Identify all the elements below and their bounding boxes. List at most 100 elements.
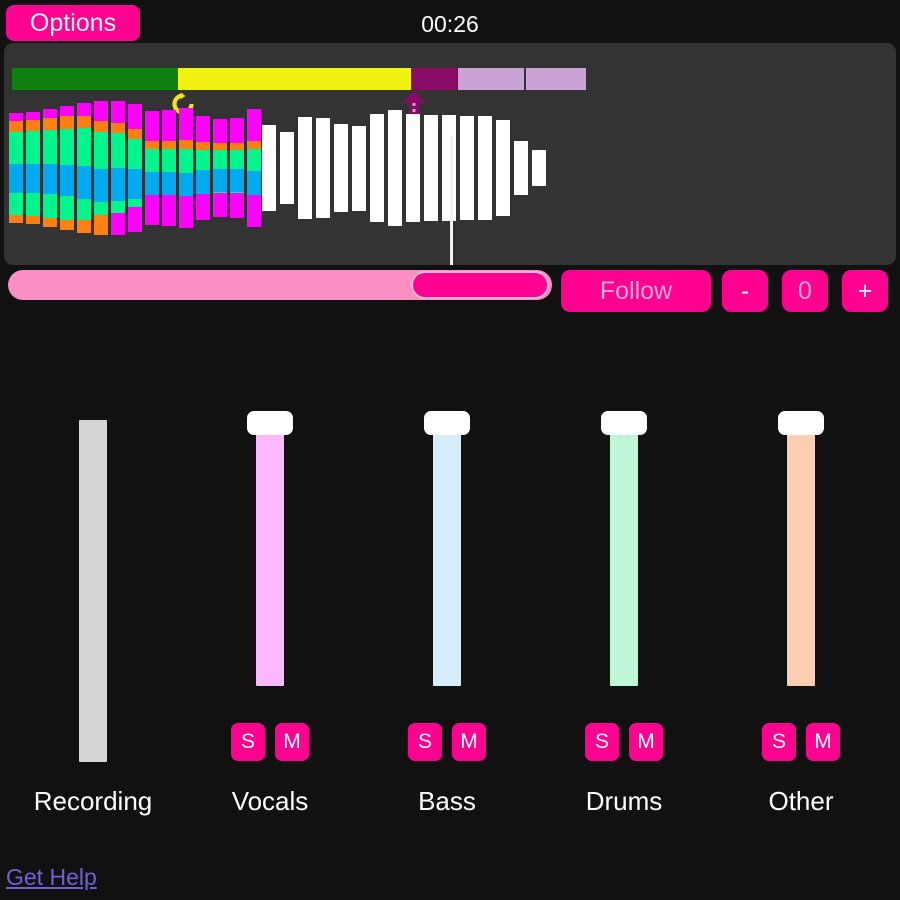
playback-timer: 00:26	[0, 11, 900, 38]
follow-button[interactable]: Follow	[561, 270, 711, 312]
waveform-bar	[128, 104, 142, 232]
progress-slider-thumb[interactable]	[411, 271, 549, 299]
fader-thumb[interactable]	[778, 411, 824, 435]
fader-thumb[interactable]	[424, 411, 470, 435]
waveform-bar-segment	[213, 169, 227, 192]
transport-row: Follow - 0 +	[0, 270, 900, 310]
fader-drums[interactable]	[535, 400, 713, 700]
fader-other[interactable]	[712, 400, 890, 700]
playback-progress-slider[interactable]	[8, 270, 552, 300]
waveform-bar-segment	[77, 116, 91, 128]
increment-button[interactable]: +	[842, 270, 888, 312]
waveform-bar-segment	[196, 170, 210, 194]
waveform-bar-segment	[77, 166, 91, 199]
waveform-bar-segment	[179, 140, 193, 149]
waveform-bar-segment	[213, 193, 227, 217]
fader-recording[interactable]	[4, 400, 182, 700]
solo-mute-row: SM	[358, 723, 536, 761]
waveform-bar-segment	[247, 141, 261, 149]
get-help-link[interactable]: Get Help	[6, 864, 97, 891]
waveform-bar-segment	[77, 103, 91, 116]
waveform-bar-segment	[94, 132, 108, 169]
solo-mute-row: SM	[712, 723, 890, 761]
waveform-bar-segment	[60, 116, 74, 129]
fader-track[interactable]	[256, 425, 284, 686]
playhead-indicator	[450, 136, 453, 265]
waveform-bar-segment	[196, 142, 210, 150]
waveform-bar-segment	[111, 213, 125, 235]
waveform-bar-segment	[162, 195, 176, 226]
waveform-bar-segment	[247, 149, 261, 171]
waveform-bar-segment	[230, 169, 244, 192]
fader-track[interactable]	[433, 425, 461, 686]
waveform-bar	[334, 124, 348, 212]
count-value[interactable]: 0	[782, 270, 828, 312]
waveform-bar	[179, 108, 193, 228]
waveform-bar	[247, 109, 261, 227]
solo-button-vocals[interactable]: S	[231, 723, 265, 761]
waveform-bar-segment	[128, 169, 142, 199]
waveform-bar-segment	[179, 108, 193, 140]
waveform-bar	[43, 109, 57, 227]
solo-button-other[interactable]: S	[762, 723, 796, 761]
waveform-bar-segment	[162, 141, 176, 149]
channel-label-drums: Drums	[535, 786, 713, 817]
fader-bass[interactable]	[358, 400, 536, 700]
solo-button-drums[interactable]: S	[585, 723, 619, 761]
waveform-bar	[424, 115, 438, 221]
waveform-bar-segment	[26, 120, 40, 131]
mute-button-vocals[interactable]: M	[275, 723, 309, 761]
waveform-bar	[77, 103, 91, 233]
waveform-bar	[514, 141, 528, 195]
waveform-bar-segment	[230, 193, 244, 218]
waveform-bar-segment	[213, 119, 227, 143]
waveform-bar	[406, 114, 420, 222]
waveform-bar-segment	[179, 196, 193, 228]
fader-thumb[interactable]	[247, 411, 293, 435]
waveform-bar-segment	[26, 164, 40, 193]
fader-vocals[interactable]	[181, 400, 359, 700]
waveform-bar-segment	[26, 112, 40, 120]
fader-track[interactable]	[787, 425, 815, 686]
waveform-bar-segment	[196, 150, 210, 170]
mixer-channel-drums: SM Drums	[535, 400, 713, 840]
waveform-bar-segment	[94, 169, 108, 202]
waveform-bar	[460, 116, 474, 220]
fader-track[interactable]	[610, 425, 638, 686]
waveform-bar-segment	[9, 121, 23, 132]
waveform-bar	[262, 125, 276, 211]
waveform-bar-segment	[60, 106, 74, 116]
fader-thumb[interactable]	[601, 411, 647, 435]
waveform-bar	[388, 110, 402, 226]
decrement-button[interactable]: -	[722, 270, 768, 312]
channel-label-recording: Recording	[4, 786, 182, 817]
waveform-bar-segment	[162, 110, 176, 141]
waveform-bar-segment	[128, 207, 142, 232]
waveform-bar-segment	[60, 220, 74, 230]
waveform-bar	[9, 113, 23, 223]
mute-button-other[interactable]: M	[806, 723, 840, 761]
waveform-panel[interactable]	[4, 43, 896, 265]
waveform-bar-segment	[43, 130, 57, 164]
mixer-channel-other: SMOther	[712, 400, 890, 840]
waveform-bar	[26, 112, 40, 224]
waveform-bar	[478, 116, 492, 220]
waveform-bar-segment	[145, 111, 159, 141]
waveform-bar	[352, 126, 366, 211]
waveform-bar	[230, 118, 244, 218]
fader-track[interactable]	[79, 420, 107, 762]
waveform-bar	[162, 110, 176, 226]
mute-button-bass[interactable]: M	[452, 723, 486, 761]
waveform-bar-segment	[128, 129, 142, 139]
waveform-bar	[196, 116, 210, 220]
waveform-bar-segment	[94, 121, 108, 132]
channel-label-vocals: Vocals	[181, 786, 359, 817]
waveform-bar	[316, 118, 330, 218]
waveform-bar-segment	[247, 195, 261, 227]
waveform-bar	[111, 101, 125, 235]
waveform-bar-segment	[145, 141, 159, 149]
waveform-bar-segment	[43, 164, 57, 194]
solo-button-bass[interactable]: S	[408, 723, 442, 761]
mute-button-drums[interactable]: M	[629, 723, 663, 761]
mixer-channel-bass: SMBass	[358, 400, 536, 840]
